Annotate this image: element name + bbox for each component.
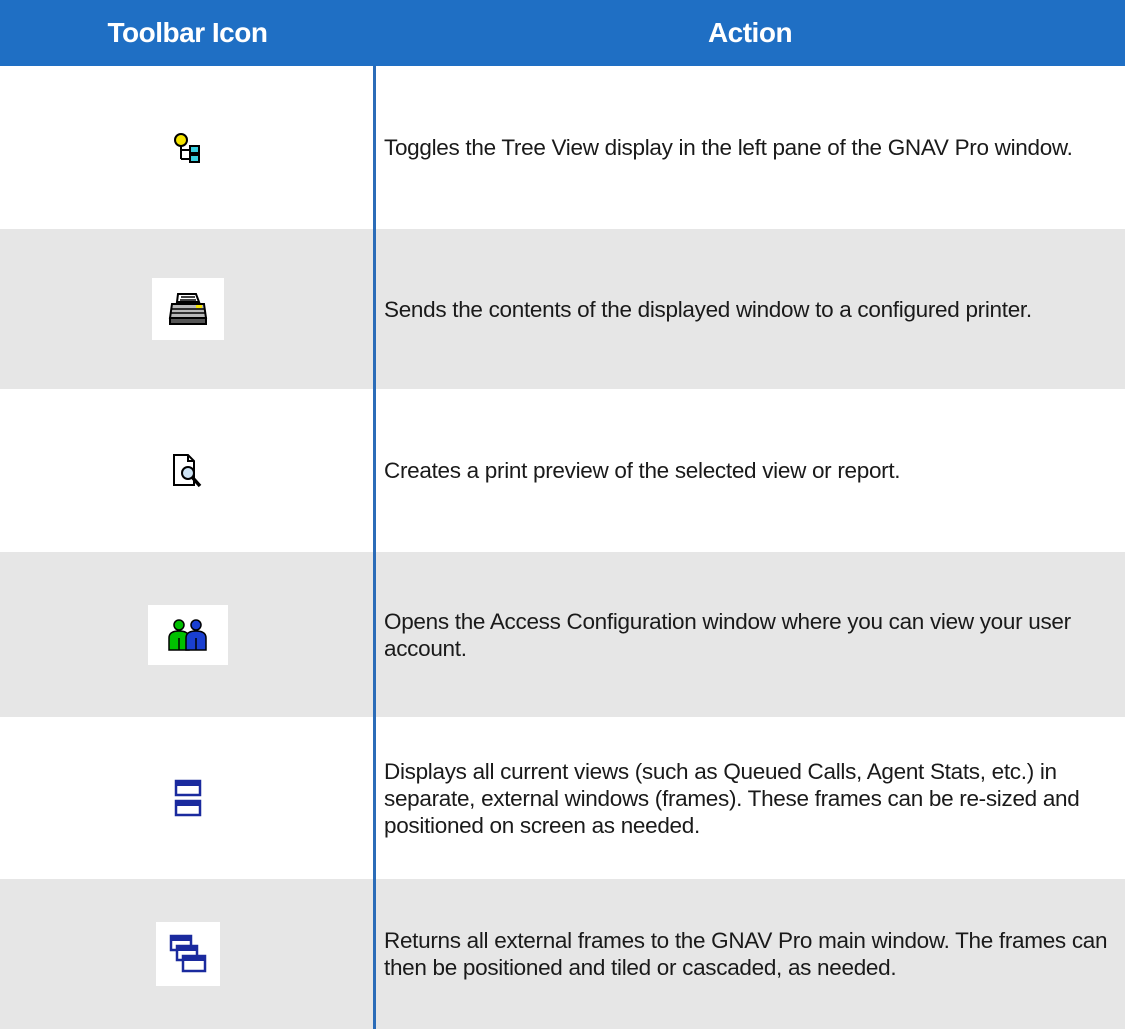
table-row: Displays all current views (such as Queu…: [0, 717, 1125, 879]
icon-cell: [0, 552, 375, 717]
users-icon: [147, 604, 228, 665]
table-row: Sends the contents of the displayed wind…: [0, 229, 1125, 389]
header-action: Action: [707, 17, 793, 48]
toolbar-icon-table: Toolbar Icon Action Toggles the Tree Vie…: [0, 0, 1125, 1029]
action-text: Toggles the Tree View display in the lef…: [384, 135, 1073, 160]
header-toolbar-icon: Toolbar Icon: [107, 17, 268, 48]
action-text: Creates a print preview of the selected …: [384, 458, 901, 483]
action-text: Opens the Access Configuration window wh…: [384, 608, 1071, 661]
cascade-frames-icon: [155, 922, 220, 986]
table-row: Toggles the Tree View display in the lef…: [0, 66, 1125, 229]
print-preview-icon: [172, 453, 204, 489]
icon-cell: [0, 389, 375, 552]
icon-cell: [0, 879, 375, 1029]
action-text: Displays all current views (such as Queu…: [384, 758, 1080, 838]
table-row: Opens the Access Configuration window wh…: [0, 552, 1125, 717]
action-text: Returns all external frames to the GNAV …: [384, 928, 1108, 980]
icon-cell: [0, 717, 375, 879]
tree-view-icon: [173, 132, 203, 164]
table-row: Returns all external frames to the GNAV …: [0, 879, 1125, 1029]
separate-frames-icon: [174, 779, 202, 817]
column-divider: [373, 66, 376, 1029]
action-text: Sends the contents of the displayed wind…: [384, 296, 1032, 322]
printer-icon: [151, 278, 224, 340]
table-row: Creates a print preview of the selected …: [0, 389, 1125, 552]
icon-cell: [0, 229, 375, 389]
icon-cell: [0, 66, 375, 229]
table-header: Toolbar Icon Action: [0, 0, 1125, 66]
